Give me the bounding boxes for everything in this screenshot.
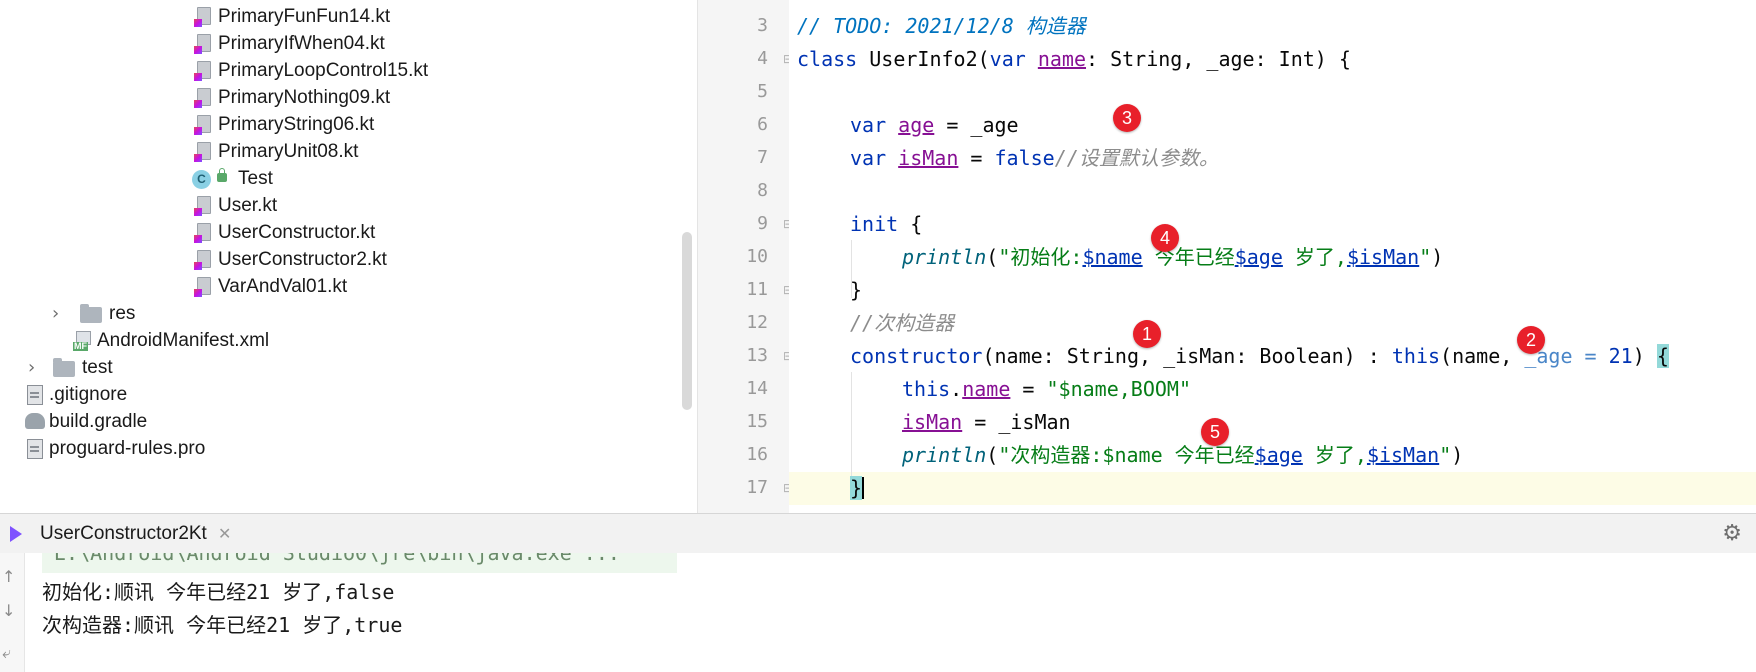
code-line-12: //次构造器 xyxy=(850,311,955,335)
kotlin-file-icon xyxy=(194,223,212,243)
kotlin-file-icon xyxy=(194,88,212,108)
tree-item-label: build.gradle xyxy=(49,411,148,432)
kotlin-file-icon xyxy=(194,7,212,27)
chevron-right-icon[interactable]: › xyxy=(52,299,59,329)
tree-item-label: PrimaryFunFun14.kt xyxy=(218,6,391,27)
chevron-right-icon[interactable]: › xyxy=(28,353,35,383)
annotation-badge-5: 5 xyxy=(1201,418,1229,446)
tree-item-label: proguard-rules.pro xyxy=(49,438,206,459)
line-number: 3 xyxy=(757,15,768,36)
kotlin-file-icon xyxy=(194,250,212,270)
tree-item-label: .gitignore xyxy=(49,384,128,405)
line-number: 5 xyxy=(757,81,768,102)
annotation-badge-2: 2 xyxy=(1517,326,1545,354)
editor-gutter: 3 4 5 6 7 8 9 10 11 12 13 14 15 16 17 ⊟ … xyxy=(697,0,793,513)
kotlin-file-icon xyxy=(194,196,212,216)
line-number: 7 xyxy=(757,147,768,168)
line-number: 4 xyxy=(757,48,768,69)
console-output-line: 次构造器:顺讯 今年已经21 岁了,true xyxy=(42,613,403,637)
code-line-3: // TODO: 2021/12/8 构造器 xyxy=(797,14,1086,38)
lock-icon xyxy=(217,168,227,182)
code-editor[interactable]: // TODO: 2021/12/8 构造器 class UserInfo2(v… xyxy=(789,0,1756,513)
line-number: 12 xyxy=(746,312,768,333)
line-number: 10 xyxy=(746,246,768,267)
code-line-15: isMan = _isMan xyxy=(902,410,1071,434)
line-number: 15 xyxy=(746,411,768,432)
tree-item-label: AndroidManifest.xml xyxy=(97,330,270,351)
class-icon: C xyxy=(192,170,211,189)
text-file-icon xyxy=(27,439,43,459)
line-number: 6 xyxy=(757,114,768,135)
ignore-file-icon xyxy=(27,385,43,405)
console-output-line: 初始化:顺讯 今年已经21 岁了,false xyxy=(42,580,395,604)
kotlin-run-icon xyxy=(10,524,30,544)
tree-item-label: PrimaryString06.kt xyxy=(218,114,375,135)
text-caret xyxy=(862,477,865,499)
console-toolbar: ↑ ↓ ⤶ xyxy=(0,553,25,672)
gradle-icon xyxy=(25,413,45,429)
line-number: 14 xyxy=(746,378,768,399)
line-number: 16 xyxy=(746,444,768,465)
folder-icon xyxy=(80,304,102,323)
line-number: 13 xyxy=(746,345,768,366)
run-tab-label[interactable]: UserConstructor2Kt xyxy=(40,514,207,553)
scroll-up-icon[interactable]: ↑ xyxy=(2,567,15,586)
folder-icon xyxy=(53,358,75,377)
tree-item-label: PrimaryIfWhen04.kt xyxy=(218,33,385,54)
line-number: 9 xyxy=(757,213,768,234)
annotation-badge-4: 4 xyxy=(1151,224,1179,252)
kotlin-file-icon xyxy=(194,277,212,297)
kotlin-file-icon xyxy=(194,115,212,135)
tree-item-label: PrimaryLoopControl15.kt xyxy=(218,60,429,81)
annotation-badge-3: 3 xyxy=(1113,104,1141,132)
run-tool-window-header: UserConstructor2Kt ✕ ⚙ xyxy=(0,513,1756,554)
code-line-16: println("次构造器:$name 今年已经$age 岁了,$isMan") xyxy=(902,443,1464,467)
project-tree: PrimaryFunFun14.kt PrimaryIfWhen04.kt Pr… xyxy=(0,0,697,513)
code-line-17: } xyxy=(850,476,865,500)
gear-icon[interactable]: ⚙ xyxy=(1722,521,1742,546)
tree-item-label: UserConstructor2.kt xyxy=(218,249,387,270)
tree-item-label: Test xyxy=(238,168,273,189)
code-line-13: constructor(name: String, _isMan: Boolea… xyxy=(850,344,1669,368)
line-number: 17 xyxy=(746,477,768,498)
tree-item-label: test xyxy=(82,357,113,378)
console-command-line: E:\Android\Android Studio0\jre\bin\java.… xyxy=(42,553,677,573)
kotlin-file-icon xyxy=(194,142,212,162)
line-number: 11 xyxy=(746,279,768,300)
tree-item-label: PrimaryUnit08.kt xyxy=(218,141,359,162)
soft-wrap-icon[interactable]: ⤶ xyxy=(2,643,11,663)
line-number: 8 xyxy=(757,180,768,201)
kotlin-file-icon xyxy=(194,34,212,54)
close-icon[interactable]: ✕ xyxy=(218,514,231,553)
tree-item-label: UserConstructor.kt xyxy=(218,222,376,243)
code-line-11: } xyxy=(850,278,863,302)
code-line-14: this.name = "$name,BOOM" xyxy=(902,377,1192,401)
tree-item-label: User.kt xyxy=(218,195,278,216)
code-line-7: var isMan = false//设置默认参数。 xyxy=(850,146,1219,170)
current-line-highlight xyxy=(789,472,1756,505)
kotlin-file-icon xyxy=(194,61,212,81)
tree-item-label: PrimaryNothing09.kt xyxy=(218,87,391,108)
manifest-file-icon: MF xyxy=(73,331,91,351)
run-console[interactable]: ↑ ↓ ⤶ E:\Android\Android Studio0\jre\bin… xyxy=(0,553,1756,672)
tree-item-label: VarAndVal01.kt xyxy=(218,276,348,297)
annotation-badge-1: 1 xyxy=(1133,320,1161,348)
code-line-9: init { xyxy=(850,212,923,236)
scroll-down-icon[interactable]: ↓ xyxy=(2,601,15,620)
code-line-6: var age = _age xyxy=(850,113,1019,137)
code-line-4: class UserInfo2(var name: String, _age: … xyxy=(797,47,1351,71)
tree-item-label: res xyxy=(109,303,136,324)
tree-scrollbar[interactable] xyxy=(682,232,692,410)
